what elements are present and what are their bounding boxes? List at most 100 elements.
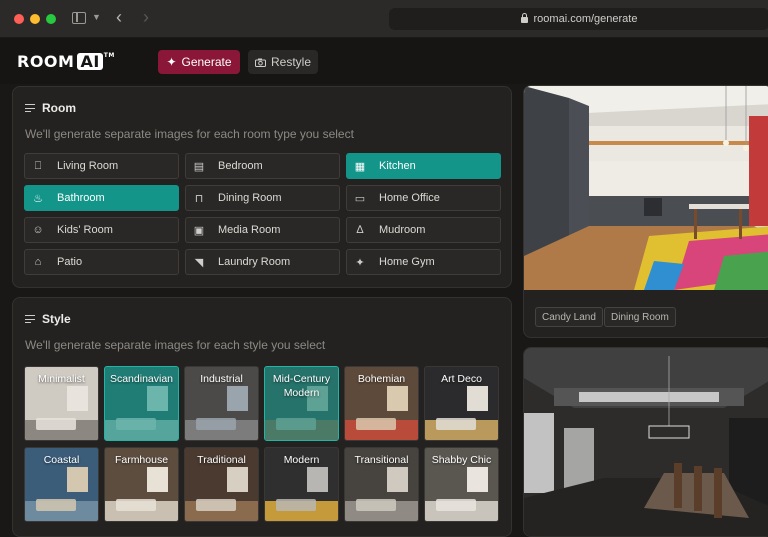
room-window	[387, 466, 408, 492]
room-sofa	[435, 418, 477, 430]
room-option-home-office[interactable]: ▭ Home Office	[346, 185, 501, 211]
teddy-bear-icon: ☺	[32, 224, 44, 236]
style-option-coastal[interactable]: Coastal	[24, 447, 99, 522]
room-option-bathroom[interactable]: ♨ Bathroom	[24, 185, 179, 211]
style-subtitle: We'll generate separate images for each …	[25, 338, 326, 352]
room-section-header: Room	[25, 101, 76, 115]
room-option-label: Media Room	[218, 224, 281, 236]
room-option-media-room[interactable]: ▣ Media Room	[185, 217, 340, 243]
style-option-art-deco[interactable]: Art Deco	[424, 366, 499, 441]
dumbbell-icon: ✦	[355, 256, 365, 269]
browser-toolbar: ▼ ‹ › roomai.com/generate	[0, 0, 768, 38]
room-option-label: Home Gym	[379, 256, 435, 268]
room-option-kitchen[interactable]: ▦ Kitchen	[346, 153, 501, 179]
room-type-grid: ⎕ Living Room ▤ Bedroom ▦ Kitchen ♨ Bathroom ⊓ Di…	[24, 153, 501, 275]
style-option-modern[interactable]: Modern	[264, 447, 339, 522]
camera-icon	[254, 58, 266, 67]
room-option-dining-room[interactable]: ⊓ Dining Room	[185, 185, 340, 211]
style-option-label: Art Deco	[441, 373, 482, 385]
restyle-button[interactable]: Restyle	[248, 50, 318, 74]
room-sofa	[35, 418, 77, 430]
style-option-traditional[interactable]: Traditional	[184, 447, 259, 522]
room-sofa	[435, 499, 477, 511]
style-option-label: Industrial	[200, 373, 243, 385]
room-window	[467, 466, 488, 492]
style-section-header: Style	[25, 312, 71, 326]
laptop-icon: ▭	[354, 192, 366, 205]
kitchen-icon: ▦	[354, 160, 366, 173]
style-option-farmhouse[interactable]: Farmhouse	[104, 447, 179, 522]
style-option-transitional[interactable]: Transitional	[344, 447, 419, 522]
style-option-mid-century-modern[interactable]: Mid-Century Modern	[264, 366, 339, 441]
room-window	[227, 466, 248, 492]
room-sofa	[195, 418, 237, 430]
sidebar-toggle-icon[interactable]	[72, 12, 86, 24]
generated-kitchen-image[interactable]	[524, 86, 768, 290]
room-window	[387, 385, 408, 411]
logo-ai-badge: AI	[77, 53, 103, 70]
room-option-bedroom[interactable]: ▤ Bedroom	[185, 153, 340, 179]
room-option-label: Bathroom	[57, 192, 105, 204]
room-option-patio[interactable]: ⌂ Patio	[24, 249, 179, 275]
chevron-down-icon[interactable]: ▼	[92, 12, 101, 22]
room-option-label: Living Room	[57, 160, 119, 172]
room-sofa	[35, 499, 77, 511]
style-option-label: Shabby Chic	[431, 454, 492, 466]
style-option-label: Mid-Century Modern	[272, 373, 331, 399]
result-card[interactable]	[523, 347, 768, 537]
result-tag: Dining Room	[604, 307, 676, 327]
room-window	[67, 385, 88, 411]
iron-icon: ◥	[194, 256, 204, 269]
room-option-label: Dining Room	[218, 192, 282, 204]
menu-lines-icon	[25, 315, 35, 324]
maximize-window-button[interactable]	[46, 14, 56, 24]
result-card[interactable]: Candy Land Dining Room	[523, 85, 768, 338]
room-window	[147, 466, 168, 492]
trademark-mark: TM	[103, 52, 115, 59]
url-text: roomai.com/generate	[533, 13, 638, 25]
style-option-label: Farmhouse	[114, 454, 169, 466]
room-option-label: Kitchen	[379, 160, 416, 172]
style-option-bohemian[interactable]: Bohemian	[344, 366, 419, 441]
dining-table-icon: ⊓	[194, 192, 204, 205]
room-option-living-room[interactable]: ⎕ Living Room	[24, 153, 179, 179]
generate-label: Generate	[181, 55, 232, 69]
hanger-icon: ∆	[356, 224, 364, 236]
room-window	[307, 466, 328, 492]
style-option-industrial[interactable]: Industrial	[184, 366, 259, 441]
room-sofa	[115, 499, 157, 511]
room-option-label: Home Office	[379, 192, 440, 204]
generate-button[interactable]: ✦ Generate	[158, 50, 240, 74]
style-option-label: Scandinavian	[109, 373, 174, 385]
room-option-label: Bedroom	[218, 160, 263, 172]
style-option-label: Coastal	[43, 454, 80, 466]
room-option-label: Kids' Room	[57, 224, 113, 236]
minimize-window-button[interactable]	[30, 14, 40, 24]
style-panel: Style We'll generate separate images for…	[12, 297, 512, 537]
style-grid: Minimalist Scandinavian Industrial Mid-Cent…	[24, 366, 501, 522]
room-option-home-gym[interactable]: ✦ Home Gym	[346, 249, 501, 275]
room-option-laundry-room[interactable]: ◥ Laundry Room	[185, 249, 340, 275]
back-arrow-icon[interactable]: ‹	[116, 7, 122, 28]
room-option-label: Mudroom	[379, 224, 426, 236]
room-window	[67, 466, 88, 492]
roomai-logo[interactable]: ROOM AI TM	[17, 52, 115, 71]
style-option-label: Modern	[283, 454, 320, 466]
close-window-button[interactable]	[14, 14, 24, 24]
forward-arrow-icon[interactable]: ›	[143, 7, 149, 28]
room-option-kids-room[interactable]: ☺ Kids' Room	[24, 217, 179, 243]
style-option-shabby-chic[interactable]: Shabby Chic	[424, 447, 499, 522]
room-option-label: Patio	[57, 256, 83, 268]
sofa-icon: ⎕	[34, 159, 42, 172]
room-sofa	[355, 418, 397, 430]
room-sofa	[195, 499, 237, 511]
style-option-label: Minimalist	[38, 373, 85, 385]
result-tag: Candy Land	[535, 307, 603, 327]
generated-dining-room-image[interactable]	[524, 348, 768, 537]
menu-lines-icon	[25, 104, 35, 113]
room-option-mudroom[interactable]: ∆ Mudroom	[346, 217, 501, 243]
bathtub-icon: ♨	[33, 192, 43, 205]
address-bar[interactable]: roomai.com/generate	[389, 8, 768, 30]
style-option-minimalist[interactable]: Minimalist	[24, 366, 99, 441]
style-option-scandinavian[interactable]: Scandinavian	[104, 366, 179, 441]
